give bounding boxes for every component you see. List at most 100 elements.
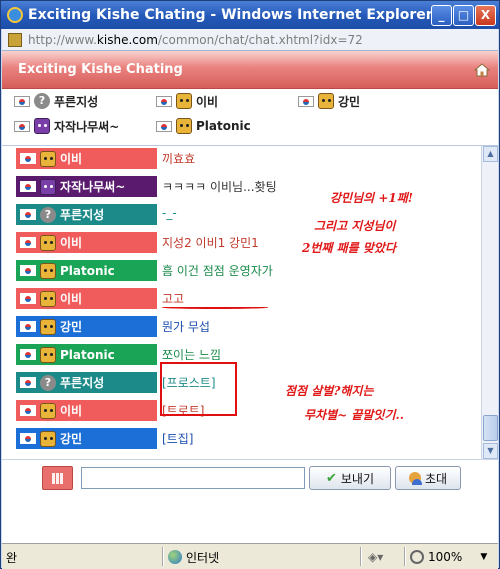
message-text: 지성2 이비1 강민1: [162, 236, 259, 250]
message-text: 고고: [162, 292, 185, 306]
annotation-note: 2번째 패를 맞았다: [302, 241, 396, 255]
message-sender[interactable]: 강민: [16, 428, 157, 449]
korea-flag-icon: [20, 349, 36, 360]
annotation-note: 점점 살벌?해지는: [285, 384, 374, 398]
app-title: Exciting Kishe Chating: [18, 62, 183, 77]
chat-scrollbar[interactable]: ▲ ▼: [481, 146, 498, 460]
message-sender[interactable]: 강민: [16, 316, 157, 337]
question-avatar-icon: ?: [40, 374, 56, 391]
minimize-button[interactable]: _: [431, 5, 452, 26]
zoom-control[interactable]: 100% ▼: [410, 547, 487, 567]
message-sender[interactable]: ? 푸른지성: [16, 372, 157, 393]
tiger-avatar-icon: [176, 118, 192, 134]
annotation-note: 강민님의 +1패!: [330, 191, 414, 205]
message-sender[interactable]: 자작나무써~: [16, 176, 157, 197]
message-row: 이비 끼효효: [16, 147, 471, 169]
red-underline: [162, 306, 268, 309]
message-sender[interactable]: 이비: [16, 400, 157, 421]
cat-avatar-icon: [40, 178, 56, 195]
divider: [404, 547, 406, 566]
korea-flag-icon: [20, 181, 36, 192]
address-bar[interactable]: http://www.kishe.com/common/chat/chat.xh…: [2, 29, 498, 51]
message-sender[interactable]: 이비: [16, 232, 157, 253]
tiger-avatar-icon: [40, 318, 56, 335]
message-row: 이비 지성2 이비1 강민1: [16, 231, 471, 253]
status-text: 완: [6, 550, 18, 565]
tiger-avatar-icon: [40, 402, 56, 419]
korea-flag-icon: [20, 265, 36, 276]
user-item[interactable]: Platonic: [156, 116, 251, 136]
user-list: ? 푸른지성 이비 강민 자작나무써~ Platonic: [2, 89, 498, 145]
user-item[interactable]: 자작나무써~: [14, 116, 119, 136]
scroll-up-icon[interactable]: ▲: [483, 146, 498, 162]
message-sender[interactable]: ? 푸른지성: [16, 204, 157, 225]
korea-flag-icon: [20, 377, 36, 388]
send-button[interactable]: ✔ 보내기: [309, 466, 391, 490]
globe-icon: [168, 550, 182, 564]
maximize-button[interactable]: □: [453, 5, 474, 26]
korea-flag-icon: [156, 95, 172, 107]
tiger-avatar-icon: [40, 290, 56, 307]
korea-flag-icon: [20, 321, 36, 332]
korea-flag-icon: [14, 95, 30, 107]
message-input[interactable]: [81, 467, 305, 489]
annotation-note: 그리고 지성님이: [314, 219, 396, 233]
divider: [162, 547, 164, 566]
annotation-note: 무차별~ 끝말잇기..: [304, 408, 404, 422]
message-sender[interactable]: Platonic: [16, 260, 157, 281]
korea-flag-icon: [20, 237, 36, 248]
status-bar: 완 인터넷 ◈▾ 100% ▼: [2, 543, 498, 569]
emoticon-button[interactable]: [42, 466, 73, 490]
tiger-avatar-icon: [40, 234, 56, 251]
korea-flag-icon: [156, 120, 172, 132]
message-text: [트집]: [162, 432, 194, 446]
person-icon: [408, 472, 422, 485]
browser-window: Exciting Kishe Chating - Windows Interne…: [0, 0, 500, 569]
scroll-down-icon[interactable]: ▼: [483, 443, 498, 459]
url-text: http://www.kishe.com/common/chat/chat.xh…: [28, 33, 363, 47]
message-text: 뭔가 무섭: [162, 320, 210, 334]
message-row: Platonic 쪼이는 느낌: [16, 343, 471, 365]
invite-button[interactable]: 초대: [395, 466, 461, 490]
question-avatar-icon: ?: [40, 206, 56, 223]
protected-mode-icon[interactable]: ◈▾: [368, 547, 383, 567]
tiger-avatar-icon: [318, 93, 334, 109]
chevron-down-icon: ▼: [480, 552, 488, 562]
chat-log[interactable]: 이비 끼효효 자작나무써~ ㅋㅋㅋㅋ 이비님...홧팅 ? 푸른지성 -_- 이비 지성2…: [2, 145, 498, 460]
tiger-avatar-icon: [40, 346, 56, 363]
home-icon[interactable]: [474, 63, 490, 77]
user-item[interactable]: 강민: [298, 91, 360, 111]
message-row: 강민 뭔가 무섭: [16, 315, 471, 337]
window-title: Exciting Kishe Chating - Windows Interne…: [28, 7, 433, 23]
korea-flag-icon: [298, 95, 314, 107]
ie-icon: [7, 7, 23, 23]
tiger-avatar-icon: [176, 93, 192, 109]
korea-flag-icon: [14, 120, 30, 132]
korea-flag-icon: [20, 405, 36, 416]
question-avatar-icon: ?: [34, 93, 50, 109]
message-row: 강민 [트집]: [16, 427, 471, 449]
empty-area: [2, 495, 498, 543]
message-sender[interactable]: Platonic: [16, 344, 157, 365]
message-sender[interactable]: 이비: [16, 288, 157, 309]
message-row: ? 푸른지성 [프로스트]: [16, 371, 471, 393]
cat-avatar-icon: [34, 118, 50, 134]
divider: [360, 547, 362, 566]
security-zone[interactable]: 인터넷: [168, 547, 219, 567]
chat-app: Exciting Kishe Chating ? 푸른지성 이비 강민 자작나무써…: [2, 51, 498, 543]
user-item[interactable]: ? 푸른지성: [14, 91, 98, 111]
close-button[interactable]: X: [475, 5, 496, 26]
app-header: Exciting Kishe Chating: [2, 51, 498, 89]
red-highlight-box: [160, 362, 237, 416]
korea-flag-icon: [20, 293, 36, 304]
message-text: 끼효효: [162, 152, 196, 166]
user-item[interactable]: 이비: [156, 91, 218, 111]
message-text: ㅋㅋㅋㅋ 이비님...홧팅: [162, 180, 277, 194]
message-sender[interactable]: 이비: [16, 148, 157, 169]
message-text: 쪼이는 느낌: [162, 348, 222, 362]
input-bar: ✔ 보내기 초대: [2, 459, 498, 495]
message-row: ? 푸른지성 -_-: [16, 203, 471, 225]
checkmark-icon: ✔: [325, 470, 337, 486]
tiger-avatar-icon: [40, 150, 56, 167]
scroll-thumb[interactable]: [483, 415, 498, 441]
